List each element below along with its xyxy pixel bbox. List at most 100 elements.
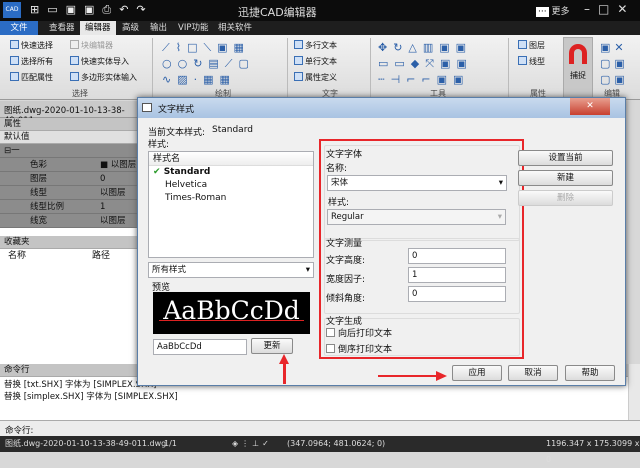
backward-checkbox[interactable]: 向后打印文本: [326, 326, 392, 339]
status-page: 1/1: [164, 439, 177, 448]
app-logo: CAD: [3, 2, 21, 18]
arrow-annotation: [283, 362, 286, 384]
snap-button[interactable]: 捕捉: [563, 37, 593, 99]
font-style-label: 样式:: [328, 198, 350, 208]
layer-button[interactable]: 图层: [518, 40, 545, 52]
list-item[interactable]: ✔ Standard: [149, 166, 313, 179]
preview-text-input[interactable]: AaBbCcDd: [153, 339, 247, 355]
delete-button[interactable]: 删除: [518, 190, 613, 206]
tab-vip[interactable]: VIP功能: [173, 21, 213, 35]
layers-icon: [518, 40, 527, 49]
favorites-columns: 名称 路径: [8, 251, 111, 261]
oblique-angle-input[interactable]: 0: [408, 286, 506, 302]
status-size: 1196.347 x 175.3099 x 0: [546, 439, 640, 464]
linetype-button[interactable]: 线型: [518, 56, 545, 68]
ribbon-tabs: 文件 查看器 编辑器 高级 输出 VIP功能 相关软件: [0, 21, 640, 35]
default-values[interactable]: 默认值: [0, 131, 140, 144]
text-height-input[interactable]: 0: [408, 248, 506, 264]
styles-label: 样式:: [148, 140, 170, 150]
snap-toggle-icons[interactable]: ◈⋮⊥✓: [232, 436, 272, 452]
oblique-label: 倾斜角度:: [326, 294, 366, 304]
list-item[interactable]: Times-Roman: [149, 192, 313, 205]
properties-header: 属性: [0, 118, 140, 131]
list-item[interactable]: Helvetica: [149, 179, 313, 192]
style-filter-select[interactable]: 所有样式 ▾: [148, 262, 314, 278]
status-file: 图纸.dwg-2020-01-10-13-38-49-011.dwg: [5, 439, 167, 448]
polygon-input-button[interactable]: 多边形实体输入: [70, 72, 137, 84]
edit-tools[interactable]: ▣✕ ▢▣ ▢▣: [600, 40, 629, 88]
group-label-select: 选择: [72, 89, 88, 98]
status-bar: 图纸.dwg-2020-01-10-13-38-49-011.dwg 1/1 ◈…: [0, 436, 640, 464]
tab-advanced[interactable]: 高级: [117, 21, 144, 35]
general-section[interactable]: ⊟ 一般设置: [0, 144, 140, 198]
tab-viewer[interactable]: 查看器: [44, 21, 80, 35]
text-style-dialog: 文字样式 ✕ 当前文本样式: Standard 样式: 样式名 ✔ Standa…: [137, 97, 626, 386]
current-style-value: Standard: [212, 125, 253, 135]
block-editor-button[interactable]: 块编辑器: [70, 40, 113, 52]
status-coords: (347.0964; 481.0624; 0): [287, 439, 386, 448]
attr-def-button[interactable]: 属性定义: [294, 72, 337, 84]
import-icon: [70, 56, 79, 65]
quick-select-icon: [10, 40, 19, 49]
arrow-head: [436, 371, 447, 381]
apply-button[interactable]: 应用: [452, 365, 502, 381]
text-icon: [294, 56, 303, 65]
tab-output[interactable]: 输出: [145, 21, 172, 35]
prop-row[interactable]: 色彩 ■ 以图层: [0, 158, 140, 172]
title-bar: CAD ⊞▭▣▣⎙↶↷ 迅捷CAD编辑器 ··· 更多 –□✕: [0, 0, 640, 21]
select-all-icon: [10, 56, 19, 65]
brush-icon: [10, 72, 19, 81]
linetype-icon: [518, 56, 527, 65]
command-input[interactable]: 命令行:: [0, 420, 640, 436]
style-list[interactable]: 样式名 ✔ Standard Helvetica Times-Roman: [148, 151, 314, 258]
upside-down-checkbox[interactable]: 倒序打印文本: [326, 342, 392, 355]
more-button[interactable]: ··· 更多: [536, 4, 569, 17]
document-tab[interactable]: 图纸.dwg-2020-01-10-13-38-49-011: [0, 101, 140, 126]
font-group-label: 文字字体: [326, 150, 363, 160]
tool-buttons[interactable]: ✥↻△▥▣▣ ▭▭◆⤧▣▣ ┄⊣⌐⌐▣▣: [378, 40, 498, 88]
tab-editor[interactable]: 编辑器: [80, 21, 116, 35]
measure-group-label: 文字测量: [326, 239, 363, 249]
font-name-select[interactable]: 宋体 ▾: [327, 175, 507, 191]
match-props-button[interactable]: 匹配属性: [10, 72, 53, 84]
dialog-title-bar: 文字样式 ✕: [138, 98, 625, 118]
arrow-head: [279, 354, 289, 364]
magnet-icon: [569, 44, 587, 64]
prop-row[interactable]: 线型比例 1: [0, 200, 140, 214]
width-label: 宽度因子:: [326, 275, 366, 285]
prop-row[interactable]: 线宽 以图层: [0, 214, 140, 228]
mtext-button[interactable]: 多行文本: [294, 40, 337, 52]
prop-row[interactable]: 图层 0: [0, 172, 140, 186]
preview-box: AaBbCcDd: [153, 292, 310, 334]
properties-panel: 属性 默认值 ⊟ 一般设置 色彩■ 以图层 图层0 线型以图层 线型比例1 线宽…: [0, 118, 140, 364]
dialog-icon: [142, 103, 152, 112]
attribute-icon: [294, 72, 303, 81]
new-button[interactable]: 新建: [518, 170, 613, 186]
prop-row[interactable]: 线型 以图层: [0, 186, 140, 200]
window-controls[interactable]: –□✕: [584, 2, 635, 16]
tab-related[interactable]: 相关软件: [213, 21, 257, 35]
draw-tools[interactable]: ⟋⌇□⟍▣▦ ○○↻▤⟋▢ ∿▨·▦▦: [162, 40, 282, 88]
check-icon: ✔: [153, 167, 161, 177]
scrollbar[interactable]: [628, 364, 640, 420]
single-text-button[interactable]: 单行文本: [294, 56, 337, 68]
help-button[interactable]: 帮助: [565, 365, 615, 381]
font-name-label: 名称:: [326, 164, 348, 174]
quick-import-button[interactable]: 快速实体导入: [70, 56, 129, 68]
font-style-select[interactable]: Regular ▾: [327, 209, 506, 225]
app-title: 迅捷CAD编辑器: [238, 6, 317, 19]
block-icon: [70, 40, 79, 49]
close-button[interactable]: ✕: [570, 98, 610, 115]
cancel-button[interactable]: 取消: [508, 365, 558, 381]
quick-access-toolbar[interactable]: ⊞▭▣▣⎙↶↷: [30, 3, 154, 17]
arrow-annotation: [378, 375, 438, 377]
list-header: 样式名: [149, 152, 313, 166]
tab-file[interactable]: 文件: [0, 21, 38, 35]
quick-select-button[interactable]: 快速选择: [10, 40, 53, 52]
text-icon: [294, 40, 303, 49]
width-factor-input[interactable]: 1: [408, 267, 506, 283]
update-button[interactable]: 更新: [251, 338, 293, 354]
polygon-icon: [70, 72, 79, 81]
select-all-button[interactable]: 选择所有: [10, 56, 53, 68]
set-current-button[interactable]: 设置当前: [518, 150, 613, 166]
